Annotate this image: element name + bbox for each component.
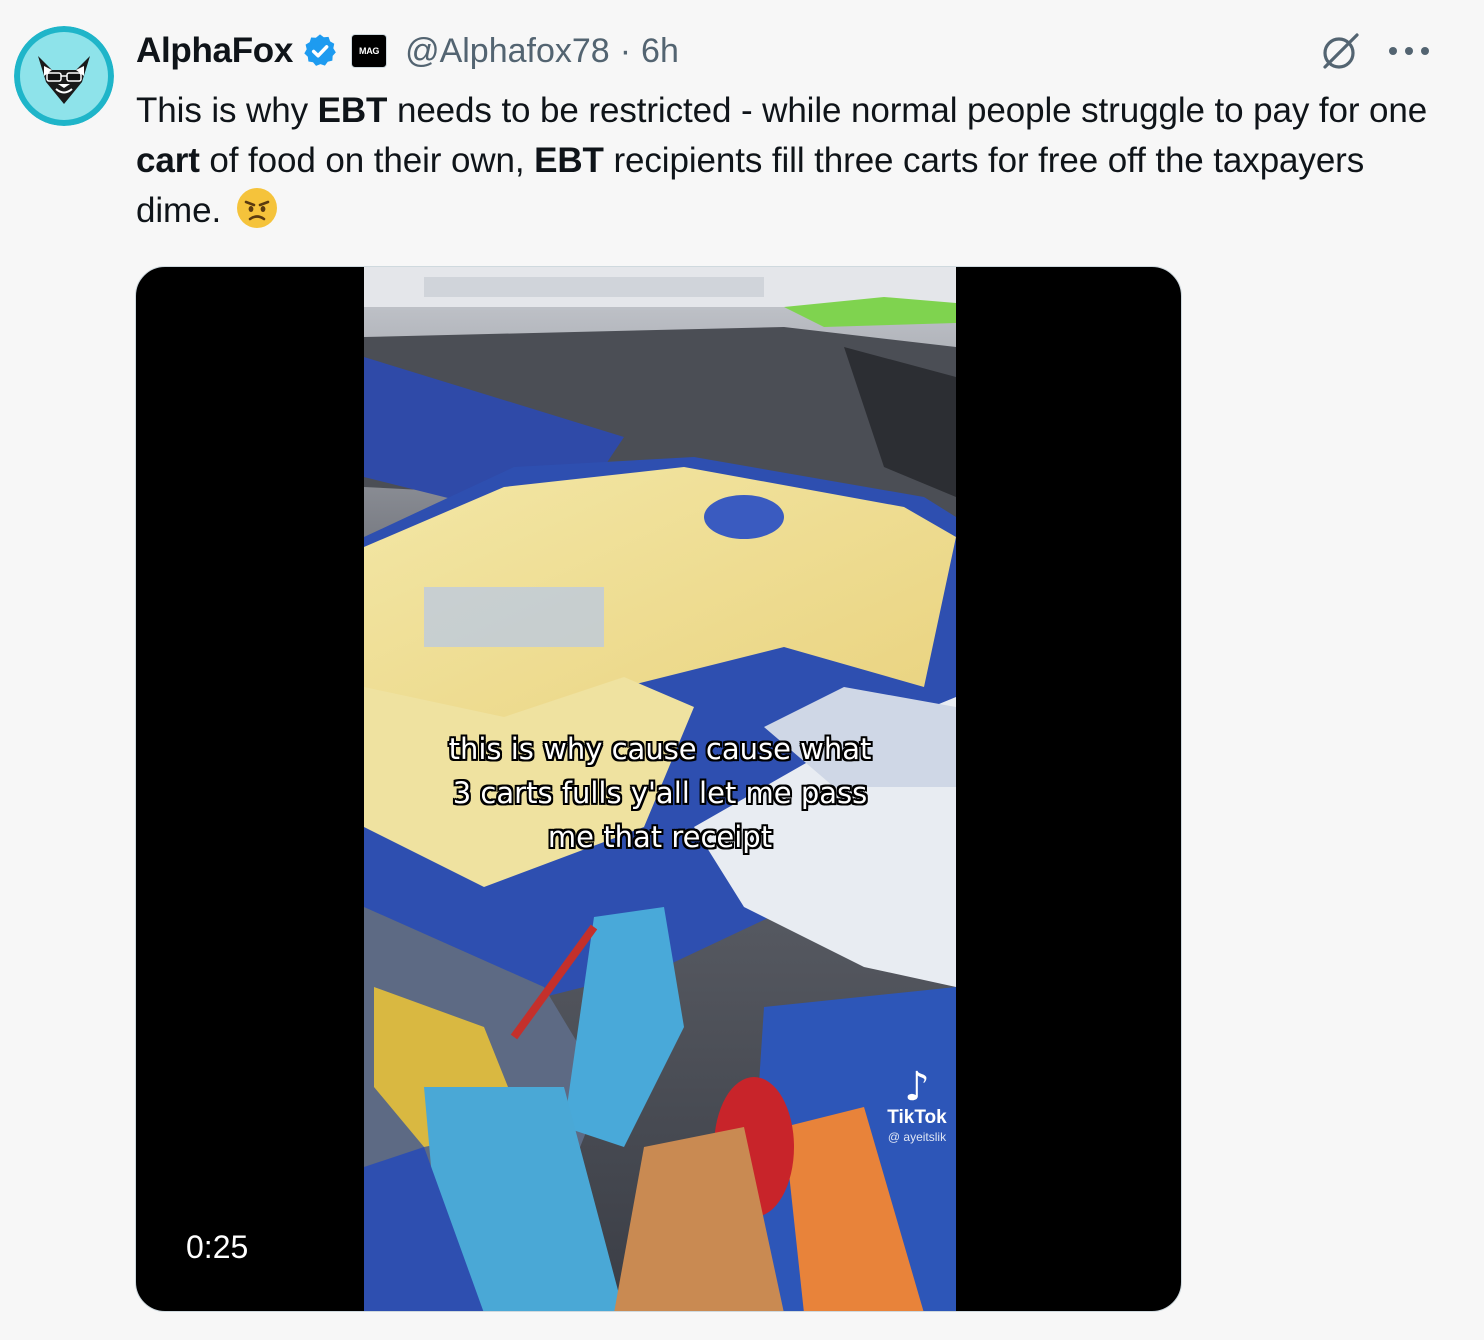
- fox-avatar-icon: [14, 26, 114, 126]
- tweet-header: AlphaFox MAG @Alphafox78 · 6h: [136, 26, 679, 76]
- avatar[interactable]: [14, 26, 114, 126]
- tiktok-brand: TikTok: [887, 1107, 947, 1128]
- affiliate-badge[interactable]: MAG: [351, 34, 388, 68]
- caption-line: this is why cause cause what: [448, 732, 872, 766]
- caption-line: me that receipt: [547, 820, 773, 854]
- angry-face-emoji-icon: [235, 186, 279, 230]
- tweet-card[interactable]: AlphaFox MAG @Alphafox78 · 6h This is wh…: [0, 0, 1484, 1340]
- video-duration: 0:25: [186, 1229, 249, 1265]
- video-player[interactable]: this is why cause cause what 3 carts ful…: [135, 266, 1182, 1312]
- tweet-text-part: needs to be restricted - while normal pe…: [387, 91, 1428, 130]
- timestamp[interactable]: 6h: [641, 32, 679, 71]
- display-name[interactable]: AlphaFox: [136, 31, 293, 71]
- verified-badge-icon[interactable]: [301, 32, 339, 70]
- user-handle[interactable]: @Alphafox78: [405, 32, 610, 71]
- tiktok-watermark: ♪ TikTok @ ayeitslik: [872, 1067, 956, 1145]
- caption-line: 3 carts fulls y'all let me pass: [452, 776, 868, 810]
- tweet-text-part: This is why: [136, 91, 318, 130]
- tweet-text-bold: EBT: [317, 91, 388, 130]
- grok-icon: [1323, 33, 1359, 69]
- video-caption: this is why cause cause what 3 carts ful…: [364, 727, 956, 859]
- tiktok-username: @ ayeitslik: [887, 1130, 947, 1144]
- separator-dot: ·: [619, 31, 632, 70]
- tiktok-logo-icon: ♪: [904, 1064, 930, 1110]
- more-button[interactable]: [1384, 26, 1434, 76]
- video-frame: this is why cause cause what 3 carts ful…: [364, 267, 956, 1311]
- more-horizontal-icon: [1389, 47, 1429, 55]
- grok-button[interactable]: [1316, 26, 1366, 76]
- tweet-text-part: of food on their own,: [199, 141, 535, 180]
- tweet-text: This is why EBT needs to be restricted -…: [136, 86, 1436, 236]
- tweet-text-bold: cart: [136, 141, 200, 180]
- tweet-text-bold: EBT: [534, 141, 604, 180]
